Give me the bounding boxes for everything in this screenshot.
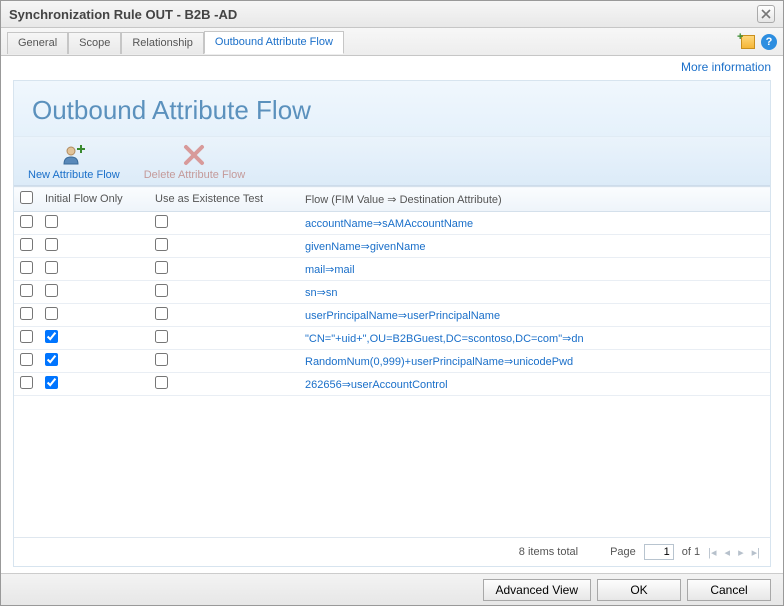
- table-row[interactable]: "CN="+uid+",OU=B2BGuest,DC=scontoso,DC=c…: [14, 327, 770, 350]
- delete-x-icon: [179, 143, 209, 167]
- column-flow[interactable]: Flow (FIM Value ⇒ Destination Attribute): [299, 187, 770, 212]
- pager-of-label: of 1: [682, 546, 700, 558]
- ok-button[interactable]: OK: [597, 579, 681, 601]
- cancel-button[interactable]: Cancel: [687, 579, 771, 601]
- column-use-as-existence-test[interactable]: Use as Existence Test: [149, 187, 299, 212]
- tab-strip: General Scope Relationship Outbound Attr…: [1, 28, 783, 56]
- pager-prev-icon[interactable]: ◂: [725, 546, 731, 559]
- panel-heading: Outbound Attribute Flow: [14, 81, 770, 137]
- table-row[interactable]: sn⇒sn: [14, 281, 770, 304]
- flow-link[interactable]: userPrincipalName⇒userPrincipalName: [305, 310, 500, 322]
- row-select-checkbox[interactable]: [20, 284, 33, 297]
- existence-test-checkbox[interactable]: [155, 238, 168, 251]
- column-select: [14, 187, 39, 212]
- select-all-checkbox[interactable]: [20, 191, 33, 204]
- flow-link[interactable]: RandomNum(0,999)+userPrincipalName⇒unico…: [305, 356, 573, 368]
- new-attribute-flow-label: New Attribute Flow: [28, 169, 120, 181]
- pager-page-input[interactable]: [644, 544, 674, 560]
- more-info-row: More information: [1, 56, 783, 74]
- tab-scope[interactable]: Scope: [68, 32, 121, 54]
- initial-flow-only-checkbox[interactable]: [45, 376, 58, 389]
- row-select-checkbox[interactable]: [20, 353, 33, 366]
- table-row[interactable]: givenName⇒givenName: [14, 235, 770, 258]
- initial-flow-only-checkbox[interactable]: [45, 215, 58, 228]
- existence-test-checkbox[interactable]: [155, 353, 168, 366]
- tab-outbound-attribute-flow[interactable]: Outbound Attribute Flow: [204, 31, 344, 54]
- table-row[interactable]: accountName⇒sAMAccountName: [14, 212, 770, 235]
- new-note-icon[interactable]: [741, 35, 755, 49]
- existence-test-checkbox[interactable]: [155, 261, 168, 274]
- close-button[interactable]: [757, 5, 775, 23]
- more-information-link[interactable]: More information: [681, 60, 771, 74]
- advanced-view-button[interactable]: Advanced View: [483, 579, 592, 601]
- pager-total: 8 items total: [519, 546, 578, 558]
- flow-link[interactable]: mail⇒mail: [305, 264, 355, 276]
- column-initial-flow-only[interactable]: Initial Flow Only: [39, 187, 149, 212]
- pager-first-icon[interactable]: |◂: [708, 546, 716, 559]
- table-row[interactable]: mail⇒mail: [14, 258, 770, 281]
- flow-link[interactable]: sn⇒sn: [305, 287, 337, 299]
- row-select-checkbox[interactable]: [20, 330, 33, 343]
- existence-test-checkbox[interactable]: [155, 215, 168, 228]
- flow-link[interactable]: "CN="+uid+",OU=B2BGuest,DC=scontoso,DC=c…: [305, 333, 584, 345]
- flow-link[interactable]: givenName⇒givenName: [305, 241, 426, 253]
- tab-relationship[interactable]: Relationship: [121, 32, 204, 54]
- existence-test-checkbox[interactable]: [155, 330, 168, 343]
- existence-test-checkbox[interactable]: [155, 376, 168, 389]
- help-icon[interactable]: ?: [761, 34, 777, 50]
- close-icon: [761, 9, 771, 19]
- delete-attribute-flow-label: Delete Attribute Flow: [144, 169, 246, 181]
- flow-panel: Outbound Attribute Flow New Attribute Fl…: [13, 80, 771, 547]
- new-attribute-flow-button[interactable]: New Attribute Flow: [28, 143, 120, 181]
- existence-test-checkbox[interactable]: [155, 307, 168, 320]
- table-row[interactable]: 262656⇒userAccountControl: [14, 373, 770, 396]
- existence-test-checkbox[interactable]: [155, 284, 168, 297]
- row-select-checkbox[interactable]: [20, 238, 33, 251]
- flow-link[interactable]: accountName⇒sAMAccountName: [305, 218, 473, 230]
- row-select-checkbox[interactable]: [20, 261, 33, 274]
- panel-toolbar: New Attribute Flow Delete Attribute Flow: [14, 137, 770, 186]
- attribute-flow-grid: Initial Flow Only Use as Existence Test …: [14, 186, 770, 396]
- window-title: Synchronization Rule OUT - B2B -AD: [9, 7, 237, 22]
- dialog-footer: Advanced View OK Cancel: [1, 573, 783, 605]
- delete-attribute-flow-button: Delete Attribute Flow: [144, 143, 246, 181]
- row-select-checkbox[interactable]: [20, 307, 33, 320]
- initial-flow-only-checkbox[interactable]: [45, 261, 58, 274]
- initial-flow-only-checkbox[interactable]: [45, 307, 58, 320]
- table-row[interactable]: RandomNum(0,999)+userPrincipalName⇒unico…: [14, 350, 770, 373]
- pager-next-icon[interactable]: ▸: [738, 546, 744, 559]
- title-bar: Synchronization Rule OUT - B2B -AD: [1, 1, 783, 28]
- user-plus-icon: [59, 143, 89, 167]
- row-select-checkbox[interactable]: [20, 215, 33, 228]
- tab-general[interactable]: General: [7, 32, 68, 54]
- initial-flow-only-checkbox[interactable]: [45, 353, 58, 366]
- table-row[interactable]: userPrincipalName⇒userPrincipalName: [14, 304, 770, 327]
- initial-flow-only-checkbox[interactable]: [45, 238, 58, 251]
- pager-last-icon[interactable]: ▸|: [752, 546, 760, 559]
- row-select-checkbox[interactable]: [20, 376, 33, 389]
- initial-flow-only-checkbox[interactable]: [45, 284, 58, 297]
- flow-link[interactable]: 262656⇒userAccountControl: [305, 379, 448, 391]
- initial-flow-only-checkbox[interactable]: [45, 330, 58, 343]
- pager: 8 items total Page of 1 |◂ ◂ ▸ ▸|: [13, 537, 771, 567]
- pager-page-label: Page: [610, 546, 636, 558]
